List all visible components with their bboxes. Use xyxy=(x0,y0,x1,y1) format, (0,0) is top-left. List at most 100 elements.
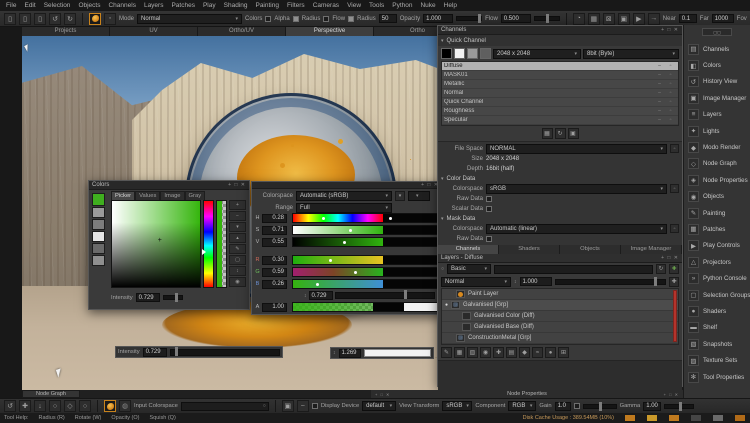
layer-row-child[interactable]: Galvanised Base (Diff) xyxy=(442,322,678,333)
group-layers-icon[interactable]: ▤ xyxy=(506,347,517,358)
gray-swatch[interactable] xyxy=(92,255,105,266)
layer-row-group[interactable]: ▨ ConstructionMetal [Grp] xyxy=(442,333,678,344)
display-device-dropdown[interactable]: default xyxy=(362,401,396,411)
floating-mini-track[interactable] xyxy=(364,349,432,357)
edit-icon[interactable]: ✎ xyxy=(229,244,246,254)
hue-slider[interactable] xyxy=(203,200,214,288)
colorspace-dropdown[interactable]: Automatic (sRGB) xyxy=(296,191,392,201)
channel-row[interactable]: Roughness–▫ xyxy=(442,107,678,116)
add-color-icon[interactable]: + xyxy=(229,200,246,210)
mask-colorspace-options-button[interactable]: ▫ xyxy=(670,224,679,233)
alpha-checkbox[interactable] xyxy=(265,16,271,22)
menu-python[interactable]: Python xyxy=(392,2,412,9)
flow-value-field[interactable]: 0.500 xyxy=(501,14,531,23)
eraser-tool-button[interactable]: ◦ xyxy=(104,13,116,25)
gray-swatch[interactable] xyxy=(92,219,105,230)
remove-layer-icon[interactable]: ⊞ xyxy=(558,347,569,358)
procedural-layer-icon[interactable]: ▦ xyxy=(454,347,465,358)
intensity-slider[interactable] xyxy=(163,295,183,300)
alpha-field[interactable]: A1.00 xyxy=(255,302,287,312)
circle-select-icon[interactable]: ○ xyxy=(49,400,61,412)
channel-row[interactable]: Metallic–▫ xyxy=(442,80,678,89)
hue-field[interactable]: H0.28 xyxy=(255,213,287,223)
colorspace-options-button[interactable]: ▾ xyxy=(395,191,405,201)
pan-tool-icon[interactable]: ↺ xyxy=(4,400,16,412)
channel-row[interactable]: MASK01–▫ xyxy=(442,71,678,80)
palette-dock-toggle[interactable]: ◻◻ xyxy=(702,28,732,36)
tab-values[interactable]: Values xyxy=(135,191,160,200)
channel-row[interactable]: Specular–▫ xyxy=(442,116,678,125)
gamma-value-field[interactable]: 1.00 xyxy=(643,402,661,411)
layers-filter-dropdown[interactable]: Basic xyxy=(447,264,491,274)
dock-tab-image-manager[interactable]: Image Manager xyxy=(621,245,682,254)
redo-icon[interactable]: ↻ xyxy=(64,13,76,25)
green-gradient-slider[interactable] xyxy=(292,267,440,277)
status-indicator-icon[interactable] xyxy=(668,414,680,422)
dock-tab-objects[interactable]: Objects xyxy=(560,245,621,254)
gain-value-field[interactable]: 1.0 xyxy=(555,402,571,411)
paint-layer-icon[interactable]: ✎ xyxy=(441,347,452,358)
value-gradient-slider[interactable] xyxy=(292,237,440,247)
sidebar-item-play-controls[interactable]: ▶Play Controls xyxy=(684,238,750,254)
checker-icon[interactable]: ⊠ xyxy=(603,13,615,25)
sidebar-item-channels[interactable]: ▤Channels xyxy=(684,41,750,57)
file-space-options-button[interactable]: ▫ xyxy=(670,144,679,153)
saturation-field[interactable]: S0.71 xyxy=(255,225,287,235)
gamma-slider[interactable] xyxy=(664,404,694,409)
near-value-field[interactable]: 0.1 xyxy=(679,14,697,23)
sidebar-item-image-manager[interactable]: ▣Image Manager xyxy=(684,90,750,106)
channel-colorspace-dropdown[interactable]: sRGB xyxy=(486,184,667,194)
sidebar-item-texture-sets[interactable]: ▨Texture Sets xyxy=(684,352,750,368)
sidebar-item-objects[interactable]: ◉Objects xyxy=(684,189,750,205)
mid-slider[interactable] xyxy=(335,292,435,299)
updown-icon[interactable]: ↕ xyxy=(514,279,517,285)
swatch-icon[interactable]: ▢ xyxy=(229,255,246,265)
window-controls-icon[interactable]: + □ ✕ xyxy=(664,392,679,397)
menu-edit[interactable]: Edit xyxy=(24,2,35,9)
gray-swatch[interactable] xyxy=(92,243,105,254)
tab-projects[interactable]: Projects xyxy=(22,27,110,36)
mid-slider-value-field[interactable]: 0.729 xyxy=(309,291,333,300)
grid-icon[interactable]: ▦ xyxy=(588,13,600,25)
gray-swatch[interactable] xyxy=(92,231,105,242)
alpha-slider[interactable] xyxy=(216,200,227,288)
saturation-value-picker[interactable]: + xyxy=(111,200,201,288)
dock-tab-channels[interactable]: Channels xyxy=(438,245,499,254)
merge-layers-icon[interactable]: ◆ xyxy=(519,347,530,358)
menu-cameras[interactable]: Cameras xyxy=(313,2,339,9)
menu-objects[interactable]: Objects xyxy=(78,2,100,9)
radius2-checkbox[interactable] xyxy=(348,16,354,22)
status-indicator-icon[interactable] xyxy=(646,414,658,422)
sidebar-item-history-view[interactable]: ↺History View xyxy=(684,74,750,90)
menu-selection[interactable]: Selection xyxy=(44,2,71,9)
menu-view[interactable]: View xyxy=(347,2,361,9)
sidebar-item-tool-properties[interactable]: ✻Tool Properties xyxy=(684,369,750,385)
add-channel-icon[interactable]: ▦ xyxy=(542,128,553,139)
share-layer-icon[interactable]: ≈ xyxy=(532,347,543,358)
colors-dialog-titlebar[interactable]: Colors + □ ✕ xyxy=(89,181,249,190)
sidebar-item-painting[interactable]: ✎Painting xyxy=(684,205,750,221)
far-value-field[interactable]: 1000 xyxy=(712,14,734,23)
undo-icon[interactable]: ↺ xyxy=(49,13,61,25)
sidebar-item-shaders[interactable]: ●Shaders xyxy=(684,303,750,319)
dock-tab-shaders[interactable]: Shaders xyxy=(499,245,560,254)
drop-tool-icon[interactable]: ↓ xyxy=(34,400,46,412)
raw-data-checkbox[interactable] xyxy=(486,196,492,202)
paint-brush-tool-button[interactable] xyxy=(89,13,101,25)
sidebar-item-lights[interactable]: ✦Lights xyxy=(684,123,750,139)
up-icon[interactable]: ▴ xyxy=(229,233,246,243)
expander-icon[interactable]: ▾ xyxy=(441,38,444,44)
tab-ortho-uv[interactable]: Ortho/UV xyxy=(198,27,286,36)
adjustment-layer-icon[interactable]: ▧ xyxy=(467,347,478,358)
hue-gradient-slider[interactable] xyxy=(292,213,440,223)
menu-file[interactable]: File xyxy=(6,2,16,9)
node-properties-tab[interactable]: Node Properties xyxy=(507,391,547,397)
value-field[interactable]: V0.55 xyxy=(255,237,287,247)
gain-slider[interactable] xyxy=(583,404,617,409)
tab-gray[interactable]: Gray xyxy=(185,191,206,200)
menu-help[interactable]: Help xyxy=(444,2,457,9)
quick-channel-section[interactable]: ▾ Quick Channel xyxy=(438,35,682,46)
graph-layer-icon[interactable]: ◉ xyxy=(480,347,491,358)
remove-color-icon[interactable]: − xyxy=(229,211,246,221)
sidebar-item-patches[interactable]: ▦Patches xyxy=(684,221,750,237)
